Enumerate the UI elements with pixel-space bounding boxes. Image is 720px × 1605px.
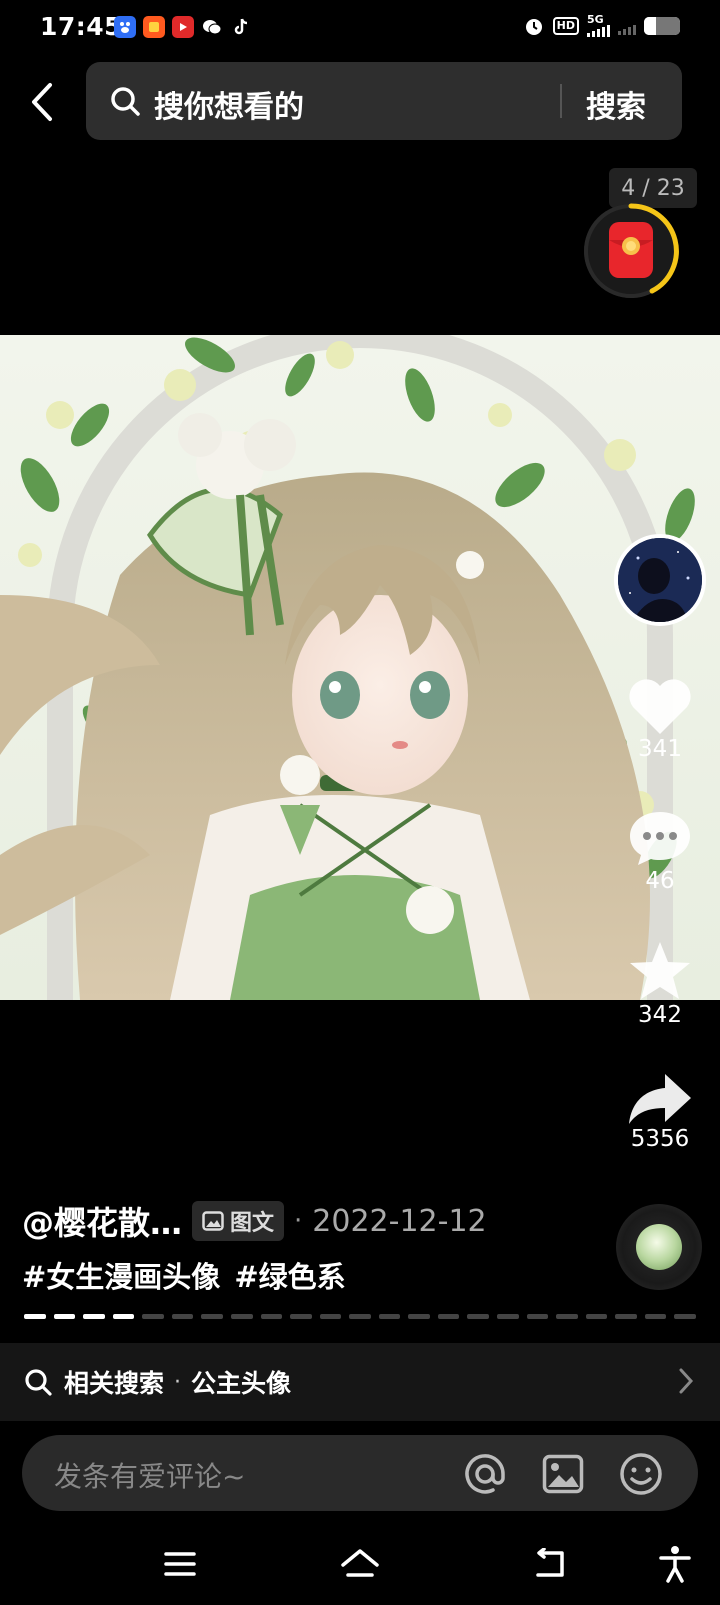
favorite-count: 342 (638, 1002, 682, 1028)
red-packet-button[interactable] (580, 200, 682, 302)
post-type-label: 图文 (230, 1211, 275, 1236)
image-picker-button[interactable] (540, 1451, 586, 1497)
hashtags: #女生漫画头像 #绿色系 (22, 1254, 360, 1296)
search-input[interactable]: 搜你想看的 (154, 82, 304, 126)
post-date: 2022-12-12 (312, 1203, 487, 1239)
author-name[interactable]: @樱花散… (22, 1198, 182, 1244)
author-avatar[interactable] (614, 534, 706, 626)
douyin-app-icon (230, 16, 252, 38)
search-bar[interactable]: 搜你想看的 搜索 (86, 62, 682, 140)
music-disc-button[interactable] (616, 1204, 702, 1290)
post-meta-line: @樱花散… 图文 · 2022-12-12 (22, 1198, 487, 1244)
baidu-app-icon (114, 16, 136, 38)
search-button[interactable]: 搜索 (586, 82, 646, 126)
signal-bars-secondary-icon (618, 17, 636, 35)
alarm-icon (525, 19, 542, 35)
system-nav-bar (0, 1525, 720, 1605)
share-count: 5356 (630, 1126, 690, 1152)
heart-icon (610, 676, 710, 736)
chevron-right-icon (679, 1368, 694, 1394)
comment-input[interactable]: 发条有爱评论~ (54, 1455, 245, 1495)
nav-menu-button[interactable] (155, 1539, 205, 1589)
nav-home-button[interactable] (335, 1539, 385, 1589)
post-image[interactable] (0, 335, 720, 1000)
search-icon (25, 1369, 52, 1396)
comment-action[interactable]: 46 (610, 808, 710, 894)
back-arrow-icon (536, 1548, 564, 1577)
related-separator: · (174, 1369, 182, 1395)
post-type-tag: 图文 (192, 1201, 285, 1241)
battery-icon (644, 17, 680, 35)
taobao-app-icon (143, 16, 165, 38)
home-icon (341, 1549, 379, 1577)
signal-5g: 5G (587, 13, 610, 37)
screen: 17:45 HD 5G 搜你想看的 搜索 4 / 23 341 46 342 5… (0, 0, 720, 1605)
menu-icon (164, 1552, 196, 1576)
related-search-query: 公主头像 (191, 1369, 292, 1398)
like-action[interactable]: 341 (610, 676, 710, 762)
related-search-label: 相关搜索 (64, 1369, 165, 1398)
wechat-app-icon (201, 16, 223, 38)
signal-bars-icon (587, 25, 610, 37)
search-divider (560, 84, 562, 118)
status-indicators: HD 5G (523, 13, 680, 37)
meta-separator: · (294, 1206, 303, 1236)
image-icon (202, 1211, 224, 1231)
chevron-left-icon (32, 83, 52, 121)
mention-button[interactable] (462, 1451, 508, 1497)
star-icon (610, 940, 710, 1002)
like-count: 341 (638, 736, 682, 762)
accessibility-icon (659, 1546, 691, 1583)
video-app-icon (172, 16, 194, 38)
music-cover-icon (636, 1224, 682, 1270)
related-search-bar[interactable]: 相关搜索 · 公主头像 (0, 1343, 720, 1421)
share-action[interactable]: 5356 (610, 1072, 710, 1152)
back-button[interactable] (20, 78, 64, 126)
status-app-icons (114, 16, 252, 38)
hashtag[interactable]: #女生漫画头像 (22, 1260, 220, 1294)
search-icon (110, 86, 140, 116)
gallery-progress-indicator (24, 1314, 696, 1319)
nav-back-button[interactable] (525, 1539, 575, 1589)
anime-girl-illustration (0, 335, 720, 1000)
hd-badge: HD (552, 17, 579, 35)
at-icon (465, 1454, 505, 1494)
accessibility-button[interactable] (650, 1539, 700, 1589)
comment-count: 46 (645, 868, 675, 894)
status-bar: 17:45 HD 5G (0, 0, 720, 56)
emoji-icon (620, 1453, 662, 1495)
comment-icon (610, 808, 710, 868)
favorite-action[interactable]: 342 (610, 940, 710, 1028)
image-icon (542, 1454, 584, 1494)
status-time: 17:45 (40, 12, 123, 41)
emoji-button[interactable] (618, 1451, 664, 1497)
hashtag[interactable]: #绿色系 (234, 1260, 345, 1294)
comment-input-bar[interactable]: 发条有爱评论~ (22, 1435, 698, 1511)
share-arrow-icon (610, 1072, 710, 1126)
network-label: 5G (587, 13, 604, 26)
